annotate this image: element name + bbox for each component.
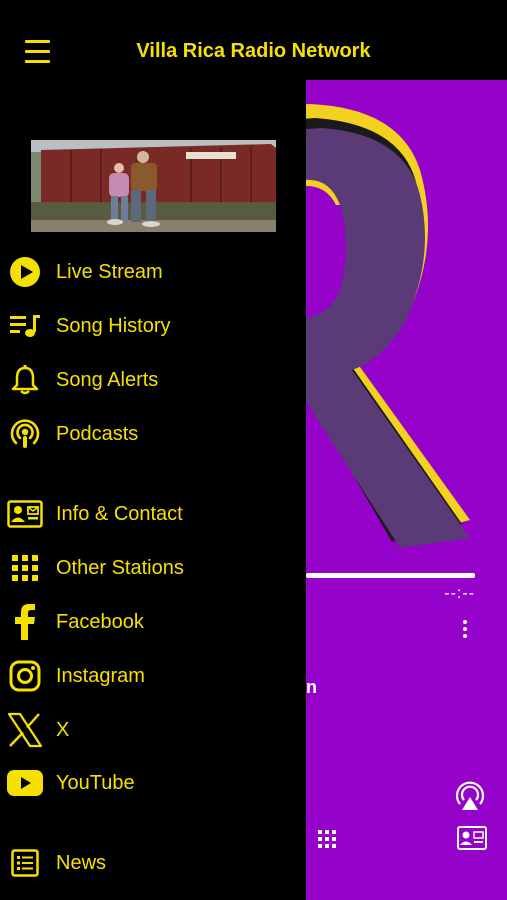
podcast-icon (7, 416, 43, 452)
menu-item-other-stations[interactable]: Other Stations (0, 546, 306, 590)
bell-icon (7, 362, 43, 398)
news-icon (7, 845, 43, 881)
menu-item-news[interactable]: News (0, 841, 306, 885)
menu-item-live-stream[interactable]: Live Stream (0, 250, 306, 294)
playlist-icon (7, 308, 43, 344)
menu-item-label: Podcasts (56, 422, 139, 445)
menu-item-info-contact[interactable]: Info & Contact (0, 492, 306, 536)
menu-item-label: X (56, 718, 70, 741)
contact-card-icon (7, 496, 43, 532)
menu-item-label: Song Alerts (56, 368, 159, 391)
more-options-icon[interactable] (460, 620, 470, 644)
menu-item-label: Instagram (56, 664, 145, 687)
menu-item-podcasts[interactable]: Podcasts (0, 412, 306, 456)
stations-grid-icon[interactable] (318, 830, 336, 848)
navigation-drawer: Live Stream Song History Song Alerts Pod… (0, 80, 306, 900)
menu-item-label: Facebook (56, 610, 144, 633)
facebook-icon (7, 604, 43, 640)
menu-item-label: Info & Contact (56, 502, 183, 525)
now-playing-background: --:-- n (306, 80, 507, 900)
app-title: Villa Rica Radio Network (136, 40, 371, 62)
airplay-icon[interactable] (454, 780, 486, 812)
menu-item-x[interactable]: X (0, 708, 306, 752)
top-app-bar: Villa Rica Radio Network (0, 0, 507, 80)
play-circle-icon (7, 254, 43, 290)
x-icon (7, 712, 43, 748)
menu-item-label: Song History (56, 314, 171, 337)
playback-progress-bar[interactable] (306, 573, 475, 578)
menu-item-instagram[interactable]: Instagram (0, 654, 306, 698)
instagram-icon (7, 658, 43, 694)
station-logo-art (306, 104, 470, 548)
menu-item-youtube[interactable]: YouTube (0, 761, 306, 805)
menu-item-label: YouTube (56, 771, 135, 794)
grid-icon (7, 550, 43, 586)
menu-item-label: News (56, 851, 107, 874)
now-playing-title: n (306, 677, 317, 697)
youtube-icon (7, 765, 43, 801)
menu-item-song-alerts[interactable]: Song Alerts (0, 358, 306, 402)
menu-item-facebook[interactable]: Facebook (0, 600, 306, 644)
menu-item-label: Live Stream (56, 260, 163, 283)
contact-card-icon[interactable] (457, 826, 487, 850)
drawer-header-photo (31, 140, 276, 232)
menu-item-label: Other Stations (56, 556, 184, 579)
menu-item-song-history[interactable]: Song History (0, 304, 306, 348)
elapsed-time: --:-- (444, 585, 475, 602)
